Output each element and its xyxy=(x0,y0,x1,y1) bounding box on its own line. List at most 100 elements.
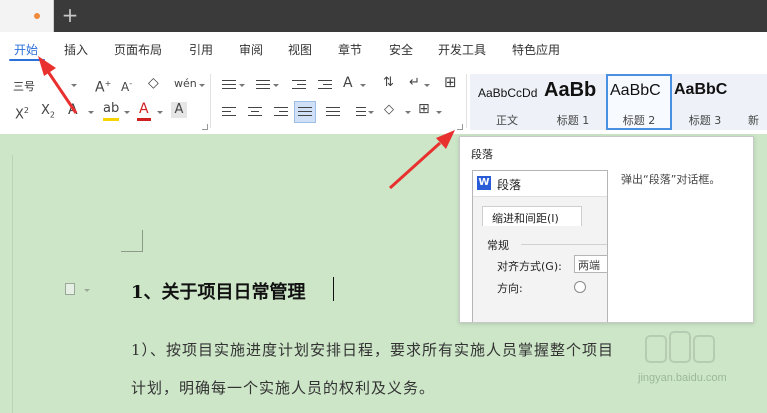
menu-tab-security[interactable]: 安全 xyxy=(389,41,413,58)
decrease-indent-icon[interactable] xyxy=(292,79,306,91)
style-heading-1[interactable]: AaBb 标题 1 xyxy=(540,74,606,130)
unsaved-dot-icon xyxy=(34,13,40,19)
borders-icon[interactable]: ⊞ xyxy=(418,101,430,117)
increase-indent-icon[interactable] xyxy=(318,79,332,91)
style-sample: AaBbC xyxy=(674,81,728,98)
new-tab-button[interactable]: + xyxy=(60,4,80,26)
phonetic-dropdown-icon[interactable] xyxy=(199,84,205,87)
style-heading-2[interactable]: AaBbC 标题 2 xyxy=(606,74,672,130)
text-cursor xyxy=(333,277,334,301)
borders-dropdown-icon[interactable] xyxy=(436,111,442,114)
preview-direction-label: 方向: xyxy=(497,282,523,295)
menu-tab-insert[interactable]: 插入 xyxy=(64,41,88,58)
font-color-icon[interactable]: A xyxy=(139,101,149,117)
numbering-dropdown-icon[interactable] xyxy=(273,84,279,87)
menu-tab-page-layout[interactable]: 页面布局 xyxy=(114,41,162,58)
ribbon-separator xyxy=(466,74,467,128)
preview-alignment-select: 两端 xyxy=(574,255,607,273)
highlight-dropdown-icon[interactable] xyxy=(124,111,130,114)
ribbon: 三号 A+ A- ◇ wén X2 X2 A ab A A A ⇅ ↵ ⊞ ◇ … xyxy=(0,66,767,134)
preview-title: 段落 xyxy=(497,178,522,192)
style-sample: AaBbC xyxy=(610,82,661,99)
line-spacing-dropdown-icon[interactable] xyxy=(368,111,374,114)
preview-radio-icon xyxy=(574,281,586,293)
style-gallery: AaBbCcDd 正文 AaBb 标题 1 AaBbC 标题 2 AaBbC 标… xyxy=(470,74,767,130)
bullet-dropdown-icon[interactable] xyxy=(239,84,245,87)
preview-tab: 缩进和间距(I) xyxy=(482,206,582,226)
paragraph-handle-icon[interactable] xyxy=(65,283,75,295)
style-name: 正文 xyxy=(496,114,518,127)
bullet-list-icon[interactable] xyxy=(222,79,236,91)
tooltip-description: 弹出“段落”对话框。 xyxy=(621,173,721,186)
active-tab-underline xyxy=(9,59,45,61)
menu-tab-special-apps[interactable]: 特色应用 xyxy=(512,41,560,58)
sort-icon[interactable]: ⇅ xyxy=(383,75,394,91)
preview-alignment-value: 两端 xyxy=(578,259,600,272)
chinese-layout-icon[interactable]: A xyxy=(343,75,353,91)
preview-body: 缩进和间距(I) 常规 对齐方式(G): 两端 方向: xyxy=(473,197,607,322)
font-dialog-launcher[interactable] xyxy=(202,124,208,130)
grow-font-icon[interactable]: A+ xyxy=(95,76,111,96)
shading-icon[interactable]: ◇ xyxy=(384,102,394,118)
preview-header: W 段落 xyxy=(473,171,607,197)
font-color-dropdown-icon[interactable] xyxy=(157,111,163,114)
watermark-text: jingyan.baidu.com xyxy=(638,372,727,384)
style-new[interactable]: 新 xyxy=(748,74,767,130)
show-marks-dropdown-icon[interactable] xyxy=(424,84,430,87)
style-name: 标题 1 xyxy=(556,114,590,127)
justify-button[interactable] xyxy=(294,101,316,123)
dialog-preview: W 段落 缩进和间距(I) 常规 对齐方式(G): 两端 方向: xyxy=(472,170,608,322)
preview-section-title: 常规 xyxy=(487,239,509,252)
text-effect-icon[interactable]: A xyxy=(68,102,78,118)
style-name: 标题 3 xyxy=(688,114,722,127)
shrink-font-icon[interactable]: A- xyxy=(121,76,132,95)
baidu-paw-icon xyxy=(645,331,715,363)
style-name: 新 xyxy=(748,114,759,127)
document-heading: 1、关于项目日常管理 xyxy=(131,282,306,303)
font-size-select[interactable]: 三号 xyxy=(13,78,35,94)
paragraph-dialog-launcher[interactable] xyxy=(457,124,463,130)
menu-tab-sections[interactable]: 章节 xyxy=(338,41,362,58)
body-line: 计划，明确每一个实施人员的权利及义务。 xyxy=(131,379,436,397)
menu-tab-view[interactable]: 视图 xyxy=(288,41,312,58)
numbered-list-icon[interactable] xyxy=(256,79,270,91)
paragraph-handle-dropdown-icon[interactable] xyxy=(84,289,90,292)
menu-tab-references[interactable]: 引用 xyxy=(189,41,213,58)
body-line: 1）、按项目实施进度计划安排日程，要求所有实施人员掌握整个项目 xyxy=(131,341,615,359)
phonetic-guide-icon[interactable]: wén xyxy=(174,76,197,92)
font-color-bar xyxy=(137,118,151,121)
align-left-icon[interactable] xyxy=(222,106,236,118)
wps-logo-icon: W xyxy=(477,176,491,190)
menu-tab-review[interactable]: 审阅 xyxy=(239,41,263,58)
subscript-icon[interactable]: X2 xyxy=(41,103,55,124)
paragraph-tooltip: 段落 弹出“段落”对话框。 W 段落 缩进和间距(I) 常规 对齐方式(G): … xyxy=(459,136,754,323)
menu-tab-developer[interactable]: 开发工具 xyxy=(438,41,486,58)
style-sample: AaBbCcDd xyxy=(478,86,538,100)
title-bar: + xyxy=(0,0,767,32)
preview-divider xyxy=(521,244,607,245)
style-normal[interactable]: AaBbCcDd 正文 xyxy=(474,74,540,130)
align-right-icon[interactable] xyxy=(274,106,288,118)
table-border-icon[interactable]: ⊞ xyxy=(444,74,457,90)
style-heading-3[interactable]: AaBbC 标题 3 xyxy=(672,74,738,130)
line-spacing-icon[interactable] xyxy=(352,106,366,118)
highlight-icon[interactable]: ab xyxy=(103,101,119,117)
clear-format-icon[interactable]: ◇ xyxy=(148,75,159,91)
justify-icon xyxy=(298,106,312,118)
char-shading-icon[interactable]: A xyxy=(171,102,187,118)
preview-tab-label: 缩进和间距(I) xyxy=(492,212,559,225)
chinese-layout-dropdown-icon[interactable] xyxy=(360,84,366,87)
menu-bar: 开始 插入 页面布局 引用 审阅 视图 章节 安全 开发工具 特色应用 xyxy=(0,32,767,66)
preview-alignment-label: 对齐方式(G): xyxy=(497,260,562,273)
ribbon-separator xyxy=(210,74,211,128)
superscript-icon[interactable]: X2 xyxy=(15,103,29,123)
text-effect-dropdown-icon[interactable] xyxy=(88,111,94,114)
font-size-dropdown-icon[interactable] xyxy=(71,84,77,87)
shading-dropdown-icon[interactable] xyxy=(405,111,411,114)
align-center-icon[interactable] xyxy=(248,106,262,118)
show-marks-icon[interactable]: ↵ xyxy=(409,75,420,91)
style-name: 标题 2 xyxy=(622,114,656,127)
menu-tab-home[interactable]: 开始 xyxy=(14,41,38,58)
distribute-icon[interactable] xyxy=(326,106,340,118)
document-tab[interactable] xyxy=(0,0,54,32)
